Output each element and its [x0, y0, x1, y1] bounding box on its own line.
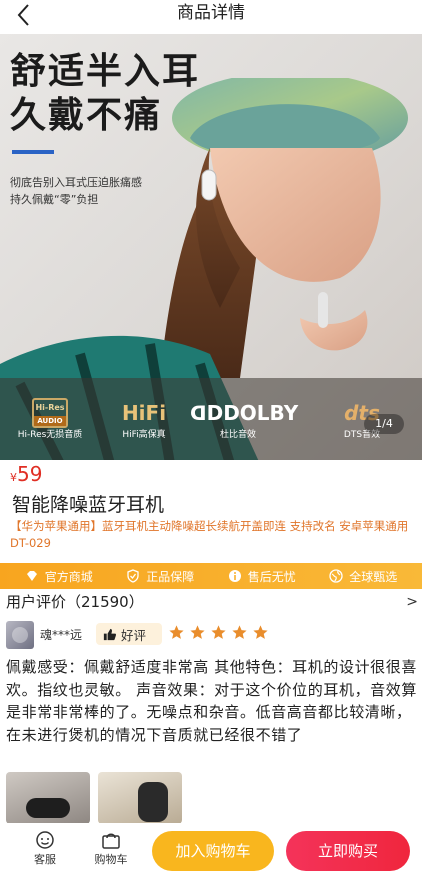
banner-subtext-line: 持久佩戴“零”负担 — [10, 193, 99, 206]
customer-service-label: 客服 — [34, 853, 56, 866]
dolby-logo-text: DOLBY — [223, 401, 299, 425]
star-icon — [210, 624, 227, 641]
reviews-header[interactable]: 用户评价（21590） > — [6, 590, 418, 614]
banner-subtext-line: 彻底告别入耳式压迫胀痛感 — [10, 176, 142, 189]
banner-divider — [12, 150, 54, 154]
buy-now-button[interactable]: 立即购买 — [286, 831, 410, 871]
guarantee-label: 全球甄选 — [349, 569, 398, 584]
review-text: 佩戴感受：佩戴舒适度非常高 其他特色：耳机的设计很很喜欢。指纹也灵敏。 声音效果… — [6, 658, 417, 744]
feature-hifi: HiFi HiFi高保真 — [96, 398, 192, 442]
hires-logo-sub: AUDIO — [34, 416, 66, 426]
rating-badge-label: 好评 — [121, 627, 147, 643]
reviewer-name: 魂***远 — [40, 628, 83, 642]
product-name: 智能降噪蓝牙耳机 — [12, 494, 165, 516]
banner-subtext: 彻底告别入耳式压迫胀痛感 持久佩戴“零”负担 — [10, 174, 142, 208]
guarantee-label: 售后无忧 — [247, 569, 296, 584]
feature-caption: Hi-Res无损音质 — [17, 430, 83, 440]
guarantee-global: 全球甄选 — [329, 568, 397, 585]
feature-caption: 杜比音效 — [219, 430, 256, 440]
guarantee-bar: 官方商城 正品保障 售后无忧 全球甄选 — [0, 563, 422, 589]
currency-symbol: ¥ — [10, 471, 17, 484]
feature-caption: HiFi高保真 — [122, 430, 166, 440]
star-icon — [252, 624, 269, 641]
diamond-icon — [25, 569, 39, 583]
guarantee-official-store: 官方商城 — [25, 568, 93, 585]
feature-dolby: ᗡDDOLBY 杜比音效 — [190, 398, 298, 442]
globe-icon — [329, 569, 343, 583]
add-to-cart-button[interactable]: 加入购物车 — [152, 831, 274, 871]
reviews-more-arrow[interactable]: > — [406, 590, 418, 614]
nav-header: 商品详情 — [0, 0, 422, 34]
star-icon — [231, 624, 248, 641]
review-author-row: 魂***远 好评 — [6, 621, 416, 651]
hifi-logo: HiFi — [121, 401, 167, 425]
audio-feature-strip: Hi-Res AUDIO Hi-Res无损音质 HiFi HiFi高保真 ᗡDDO… — [0, 378, 422, 460]
dolby-double-d-icon: ᗡD — [190, 401, 224, 425]
hires-logo-text: Hi-Res — [35, 403, 65, 412]
cart-button[interactable]: 购物车 — [88, 829, 134, 867]
feature-hires: Hi-Res AUDIO Hi-Res无损音质 — [2, 398, 98, 442]
dolby-logo: ᗡDDOLBY — [190, 398, 298, 428]
cart-label: 购物车 — [94, 853, 128, 866]
review-photo[interactable] — [6, 772, 90, 824]
star-icon — [168, 624, 185, 641]
shopping-bag-icon — [100, 829, 122, 851]
star-rating — [168, 624, 273, 644]
review-photo[interactable] — [98, 772, 182, 824]
avatar — [6, 621, 34, 649]
thumbs-up-icon — [103, 628, 116, 640]
bottom-action-bar: 客服 购物车 加入购物车 立即购买 — [0, 823, 422, 875]
product-description: 【华为苹果通用】蓝牙耳机主动降噪超长续航开盖即连 支持改名 安卓苹果通用DT-0… — [10, 519, 409, 550]
customer-service-button[interactable]: 客服 — [22, 829, 68, 867]
guarantee-after-sales: 售后无忧 — [228, 568, 296, 585]
shield-check-icon — [126, 569, 140, 583]
page-title: 商品详情 — [177, 3, 245, 23]
product-image-carousel[interactable]: 舒适半入耳 久戴不痛 彻底告别入耳式压迫胀痛感 持久佩戴“零”负担 Hi-Res… — [0, 34, 422, 460]
guarantee-label: 正品保障 — [146, 569, 195, 584]
headset-smile-icon — [34, 829, 56, 851]
reviews-count-label: 用户评价（21590） — [6, 593, 144, 611]
hires-logo-icon: Hi-Res AUDIO — [32, 398, 68, 428]
guarantee-authentic: 正品保障 — [126, 568, 194, 585]
guarantee-label: 官方商城 — [44, 569, 93, 584]
price-value: 59 — [17, 462, 43, 486]
carousel-page-indicator: 1/4 — [364, 414, 404, 434]
info-circle-icon — [228, 569, 242, 583]
rating-badge: 好评 — [96, 623, 162, 645]
star-icon — [189, 624, 206, 641]
product-price: ¥59 — [10, 462, 42, 490]
